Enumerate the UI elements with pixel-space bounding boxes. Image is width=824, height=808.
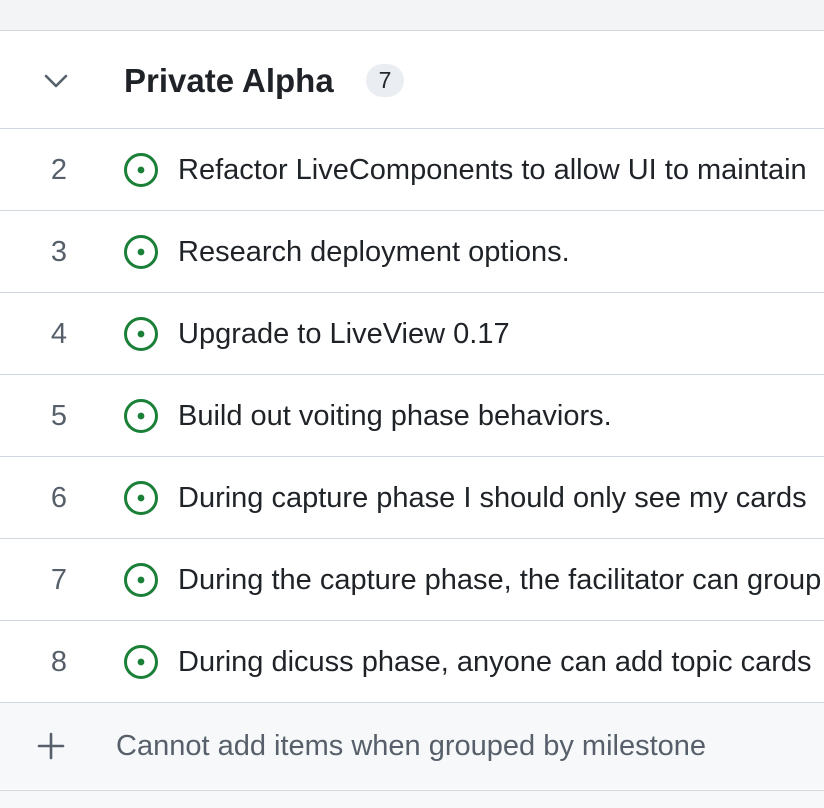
row-number: 7 (50, 564, 68, 596)
milestone-group-panel: Private Alpha 7 2 Refactor LiveComponent… (0, 31, 824, 791)
issue-open-icon (124, 481, 158, 515)
plus-icon (37, 732, 65, 760)
issue-open-icon (124, 645, 158, 679)
issue-title-link[interactable]: Refactor LiveComponents to allow UI to m… (178, 129, 824, 211)
group-title: Private Alpha (124, 62, 334, 99)
table-row[interactable]: 4 Upgrade to LiveView 0.17 (0, 293, 824, 375)
issue-open-icon (124, 563, 158, 597)
issue-open-icon (124, 235, 158, 269)
row-number: 4 (50, 318, 68, 350)
top-strip (0, 0, 824, 31)
issue-title-link[interactable]: During dicuss phase, anyone can add topi… (178, 621, 824, 703)
issue-open-icon (124, 317, 158, 351)
issue-title-link[interactable]: Build out voiting phase behaviors. (178, 375, 824, 457)
issue-title-link[interactable]: During capture phase I should only see m… (178, 457, 824, 539)
collapse-group-button[interactable] (40, 67, 72, 95)
row-number: 2 (50, 154, 68, 186)
table-row[interactable]: 8 During dicuss phase, anyone can add to… (0, 621, 824, 703)
table-row[interactable]: 2 Refactor LiveComponents to allow UI to… (0, 129, 824, 211)
issue-title-link[interactable]: Research deployment options. (178, 211, 824, 293)
row-number: 3 (50, 236, 68, 268)
row-number: 6 (50, 482, 68, 514)
group-header: Private Alpha 7 (0, 31, 824, 129)
add-item-row: Cannot add items when grouped by milesto… (0, 703, 824, 789)
issue-open-icon (124, 153, 158, 187)
table-row[interactable]: 3 Research deployment options. (0, 211, 824, 293)
row-number: 8 (50, 646, 68, 678)
table-row[interactable]: 6 During capture phase I should only see… (0, 457, 824, 539)
issue-title-link[interactable]: Upgrade to LiveView 0.17 (178, 293, 824, 375)
issue-title-link[interactable]: During the capture phase, the facilitato… (178, 539, 824, 621)
row-number: 5 (50, 400, 68, 432)
add-item-disabled-label: Cannot add items when grouped by milesto… (116, 730, 707, 762)
table-row[interactable]: 5 Build out voiting phase behaviors. (0, 375, 824, 457)
table-row[interactable]: 7 During the capture phase, the facilita… (0, 539, 824, 621)
item-list: 2 Refactor LiveComponents to allow UI to… (0, 129, 824, 703)
group-count-badge: 7 (366, 64, 404, 97)
chevron-down-icon (44, 74, 68, 88)
issue-open-icon (124, 399, 158, 433)
